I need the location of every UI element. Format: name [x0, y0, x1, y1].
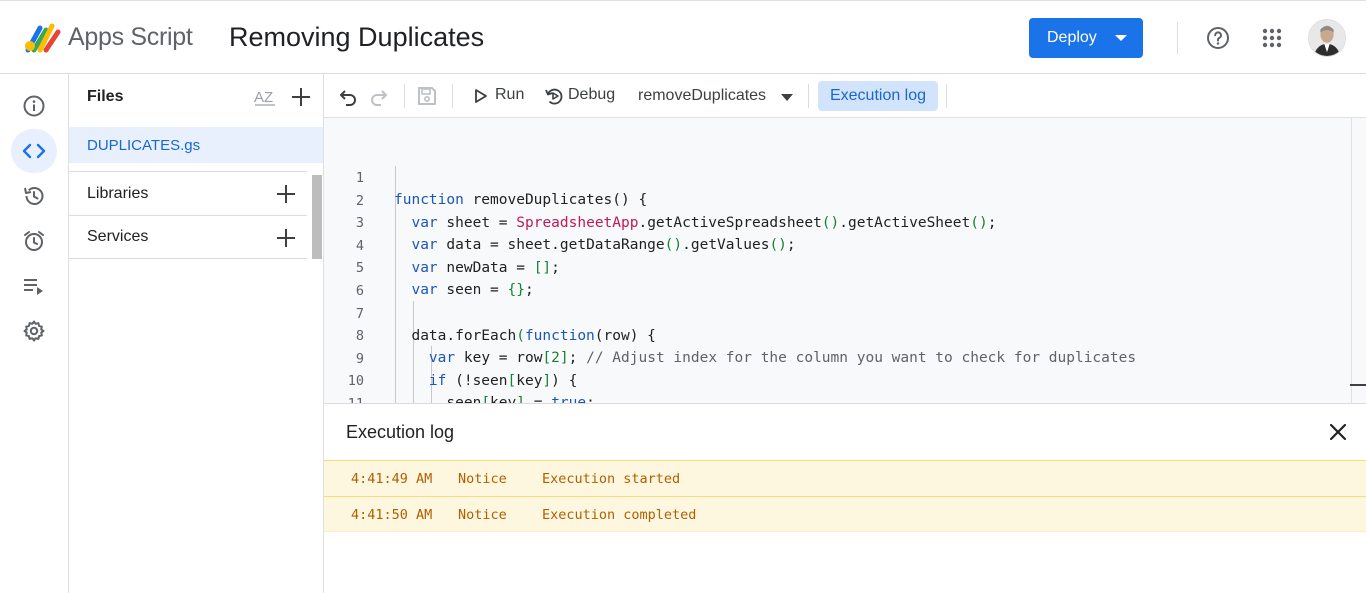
- log-entry: 4:41:50 AM Notice Execution completed: [324, 496, 1366, 532]
- execution-log-button[interactable]: Execution log: [818, 81, 938, 111]
- app-name[interactable]: Apps Script: [68, 23, 193, 52]
- caret-down-icon: [1115, 35, 1127, 41]
- sort-az-icon[interactable]: AZ: [253, 86, 277, 108]
- code-line: 5 var seen = {};: [324, 235, 1366, 298]
- history-icon: [24, 187, 44, 205]
- svg-text:AZ: AZ: [254, 89, 273, 106]
- deploy-label: Deploy: [1047, 29, 1097, 46]
- log-time: 4:41:50 AM: [351, 507, 433, 523]
- project-title[interactable]: Removing Duplicates: [229, 22, 484, 53]
- line-content: seen[key] = true;: [394, 395, 595, 403]
- code-icon: [22, 143, 46, 159]
- rail-triggers-button[interactable]: [11, 219, 57, 263]
- alarm-icon: [24, 231, 44, 251]
- avatar[interactable]: [1308, 19, 1346, 57]
- execution-log-label: Execution log: [829, 87, 927, 104]
- playlist-icon: [24, 279, 43, 295]
- code-line: 2 var sheet = SpreadsheetApp.getActiveSp…: [324, 168, 1366, 231]
- function-select[interactable]: removeDuplicates: [638, 87, 766, 105]
- code-line: 11 newData.push(row);: [324, 371, 1366, 403]
- log-level: Notice: [458, 471, 507, 487]
- rail-overview-button[interactable]: [11, 84, 57, 128]
- caret-down-icon[interactable]: [781, 94, 793, 101]
- redo-icon[interactable]: [368, 85, 390, 107]
- code-line: 3 var data = sheet.getDataRange().getVal…: [324, 190, 1366, 253]
- libraries-section[interactable]: Libraries: [69, 171, 307, 215]
- toolbar-separator: [452, 84, 453, 108]
- apps-script-logo-icon[interactable]: [22, 20, 62, 54]
- log-message: Execution started: [542, 471, 681, 487]
- files-panel: Files AZ DUPLICATES.gs Libraries Service…: [69, 74, 324, 593]
- files-heading: Files: [87, 88, 124, 105]
- code-line: 1 function removeDuplicates() {: [324, 145, 1366, 208]
- add-service-icon[interactable]: [275, 227, 297, 249]
- gear-icon: [23, 320, 45, 342]
- add-file-icon[interactable]: [290, 86, 312, 108]
- code-line: 8 var key = row[2]; // Adjust index for …: [324, 303, 1366, 366]
- close-icon[interactable]: [1328, 422, 1348, 442]
- log-message: Execution completed: [542, 507, 697, 523]
- save-icon[interactable]: [416, 85, 438, 107]
- scroll-position-marker: [1350, 384, 1366, 386]
- rail-editor-button[interactable]: [11, 129, 57, 173]
- rail-project-list-button[interactable]: [11, 264, 57, 308]
- top-bar: Apps Script Removing Duplicates Deploy: [0, 0, 1366, 74]
- code-line: 10 seen[key] = true;: [324, 348, 1366, 403]
- editor-scrollbar[interactable]: [1351, 118, 1352, 403]
- execution-log-title: Execution log: [346, 422, 455, 442]
- left-nav-rail: [0, 74, 69, 593]
- log-time: 4:41:49 AM: [351, 471, 433, 487]
- file-item-duplicates[interactable]: DUPLICATES.gs: [69, 127, 323, 163]
- toolbar-separator: [404, 84, 405, 108]
- deploy-button[interactable]: Deploy: [1029, 18, 1143, 58]
- libraries-label: Libraries: [87, 184, 149, 202]
- rail-executions-button[interactable]: [11, 174, 57, 218]
- line-number: 11: [324, 393, 364, 403]
- debug-icon[interactable]: [543, 85, 565, 107]
- google-apps-grid-icon[interactable]: [1262, 28, 1282, 48]
- code-line: 7 data.forEach(function(row) {: [324, 281, 1366, 344]
- rail-settings-button[interactable]: [11, 309, 57, 353]
- code-line: 9 if (!seen[key]) {: [324, 326, 1366, 389]
- toolbar-separator: [946, 84, 947, 108]
- log-entry: 4:41:49 AM Notice Execution started: [324, 460, 1366, 496]
- info-icon: [23, 95, 45, 117]
- add-library-icon[interactable]: [275, 183, 297, 205]
- header-divider: [1177, 22, 1178, 54]
- log-level: Notice: [458, 507, 507, 523]
- execution-log-panel: Execution log 4:41:49 AM Notice Executio…: [324, 403, 1366, 593]
- code-editor[interactable]: 1 function removeDuplicates() { 2 var sh…: [324, 118, 1366, 403]
- help-icon[interactable]: [1206, 26, 1230, 50]
- run-button[interactable]: Run: [495, 86, 524, 104]
- toolbar-separator: [808, 84, 809, 108]
- files-panel-scrollbar[interactable]: [312, 175, 322, 259]
- services-section[interactable]: Services: [69, 215, 307, 259]
- services-label: Services: [87, 228, 149, 245]
- editor-toolbar: Run Debug removeDuplicates Execution log: [324, 74, 1366, 118]
- undo-icon[interactable]: [337, 85, 359, 107]
- play-icon[interactable]: [471, 87, 489, 105]
- file-name: DUPLICATES.gs: [87, 136, 201, 154]
- debug-button[interactable]: Debug: [568, 86, 615, 104]
- code-line: 4 var newData = [];: [324, 213, 1366, 276]
- apps-script-editor: Apps Script Removing Duplicates Deploy F…: [0, 0, 1366, 593]
- code-line: 6: [324, 258, 1366, 299]
